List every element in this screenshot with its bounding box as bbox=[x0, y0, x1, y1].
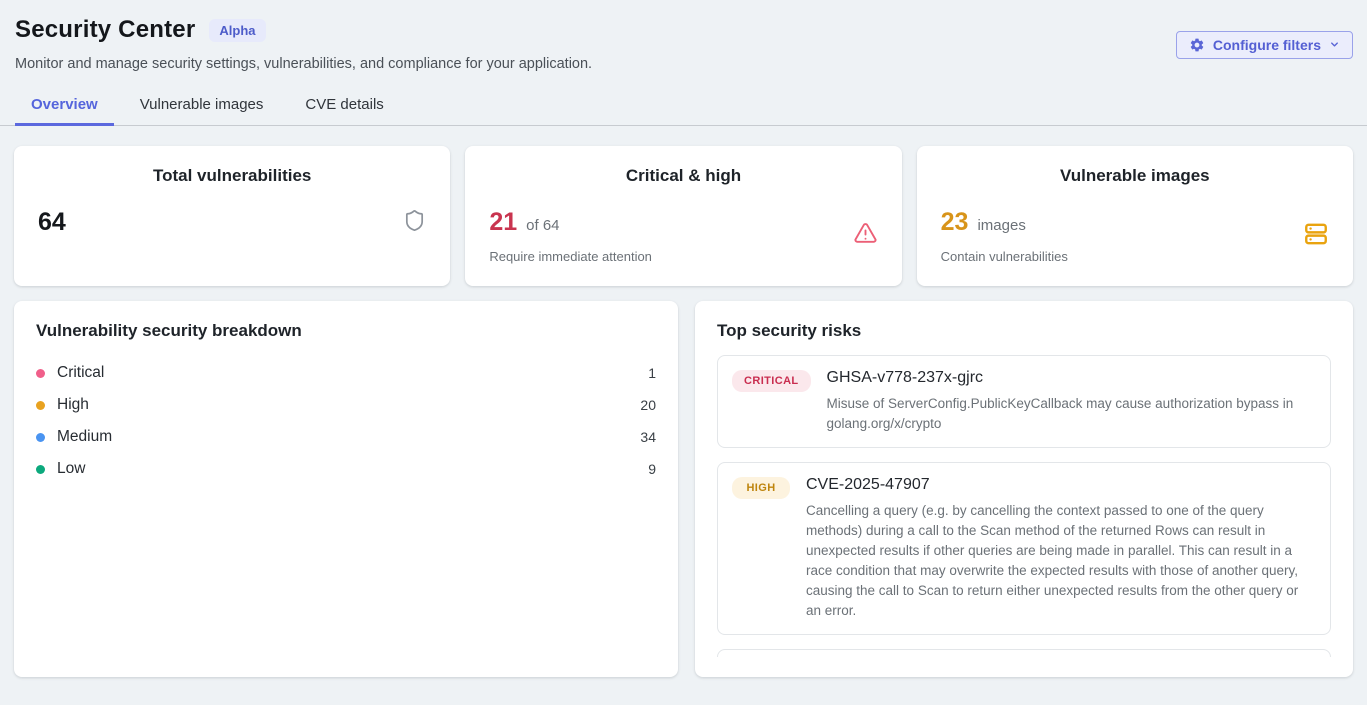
critical-high-value: 21 bbox=[489, 208, 517, 237]
configure-filters-button[interactable]: Configure filters bbox=[1176, 31, 1353, 59]
severity-badge-critical: CRITICAL bbox=[732, 370, 811, 392]
shield-icon bbox=[403, 209, 426, 237]
tab-cve-details[interactable]: CVE details bbox=[289, 86, 399, 126]
breakdown-value: 34 bbox=[640, 429, 656, 445]
risk-item-cve-2025-9086[interactable]: HIGH CVE-2025-9086 bbox=[717, 649, 1331, 657]
breakdown-row-low: Low 9 bbox=[36, 453, 656, 485]
card-title: Total vulnerabilities bbox=[38, 166, 426, 186]
risk-description: Cancelling a query (e.g. by cancelling t… bbox=[806, 501, 1316, 621]
breakdown-label: Low bbox=[57, 460, 85, 478]
critical-dot bbox=[36, 369, 45, 378]
tab-overview[interactable]: Overview bbox=[15, 86, 114, 126]
medium-dot bbox=[36, 433, 45, 442]
vulnerability-breakdown-panel: Vulnerability security breakdown Critica… bbox=[14, 301, 678, 677]
page-subtitle: Monitor and manage security settings, vu… bbox=[15, 56, 1353, 72]
server-icon bbox=[1303, 221, 1329, 252]
breakdown-title: Vulnerability security breakdown bbox=[36, 321, 656, 341]
total-vulnerabilities-value: 64 bbox=[38, 208, 66, 237]
card-vulnerable-images: Vulnerable images 23 images Contain vuln… bbox=[917, 146, 1353, 286]
risks-list: CRITICAL GHSA-v778-237x-gjrc Misuse of S… bbox=[717, 355, 1331, 657]
vulnerable-images-value: 23 bbox=[941, 208, 969, 237]
card-total-vulnerabilities: Total vulnerabilities 64 bbox=[14, 146, 450, 286]
warning-triangle-icon bbox=[853, 221, 878, 251]
breakdown-value: 20 bbox=[640, 397, 656, 413]
risk-item-cve-2025-47907[interactable]: HIGH CVE-2025-47907 Cancelling a query (… bbox=[717, 462, 1331, 635]
vulnerable-images-caption: Contain vulnerabilities bbox=[941, 249, 1068, 264]
page-header: Security Center Alpha Monitor and manage… bbox=[0, 0, 1367, 72]
breakdown-value: 9 bbox=[648, 461, 656, 477]
breakdown-label: High bbox=[57, 396, 89, 414]
chevron-down-icon bbox=[1329, 39, 1340, 50]
breakdown-rows: Critical 1 High 20 Medium 34 Low 9 bbox=[36, 357, 656, 485]
breakdown-row-high: High 20 bbox=[36, 389, 656, 421]
vulnerable-images-suffix: images bbox=[977, 217, 1025, 234]
breakdown-value: 1 bbox=[648, 365, 656, 381]
top-risks-title: Top security risks bbox=[717, 321, 1331, 341]
gear-icon bbox=[1189, 37, 1205, 53]
panels-row: Vulnerability security breakdown Critica… bbox=[14, 301, 1353, 677]
card-critical-high: Critical & high 21 of 64 Require immedia… bbox=[465, 146, 901, 286]
breakdown-row-critical: Critical 1 bbox=[36, 357, 656, 389]
tab-bar: Overview Vulnerable images CVE details bbox=[0, 86, 1367, 126]
tab-vulnerable-images[interactable]: Vulnerable images bbox=[124, 86, 280, 126]
alpha-badge: Alpha bbox=[209, 19, 265, 42]
low-dot bbox=[36, 465, 45, 474]
page-title: Security Center bbox=[15, 16, 195, 44]
risk-id: CVE-2025-47907 bbox=[806, 476, 1316, 494]
risk-id: GHSA-v778-237x-gjrc bbox=[827, 369, 1316, 387]
breakdown-label: Medium bbox=[57, 428, 112, 446]
risk-item-ghsa-v778-237x-gjrc[interactable]: CRITICAL GHSA-v778-237x-gjrc Misuse of S… bbox=[717, 355, 1331, 448]
breakdown-label: Critical bbox=[57, 364, 104, 382]
card-title: Critical & high bbox=[489, 166, 877, 186]
top-security-risks-panel: Top security risks CRITICAL GHSA-v778-23… bbox=[695, 301, 1353, 677]
card-title: Vulnerable images bbox=[941, 166, 1329, 186]
critical-high-suffix: of 64 bbox=[526, 217, 559, 234]
severity-badge-high: HIGH bbox=[732, 477, 790, 499]
breakdown-row-medium: Medium 34 bbox=[36, 421, 656, 453]
stat-cards-row: Total vulnerabilities 64 Critical & high… bbox=[14, 146, 1353, 286]
high-dot bbox=[36, 401, 45, 410]
main-content: Total vulnerabilities 64 Critical & high… bbox=[0, 126, 1367, 677]
risk-description: Misuse of ServerConfig.PublicKeyCallback… bbox=[827, 394, 1316, 434]
configure-filters-label: Configure filters bbox=[1213, 37, 1321, 53]
critical-high-caption: Require immediate attention bbox=[489, 249, 652, 264]
